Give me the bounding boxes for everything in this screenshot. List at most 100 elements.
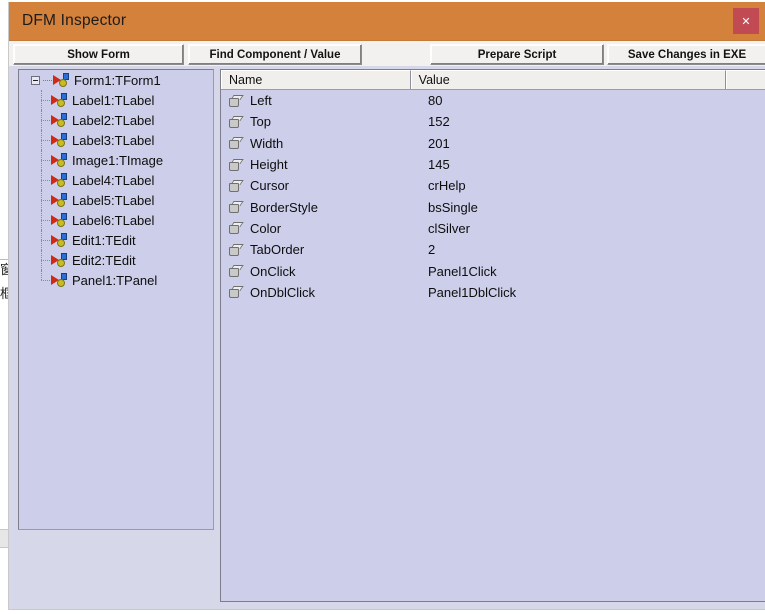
- tree-connector: [41, 110, 51, 130]
- property-name: Cursor: [250, 178, 290, 194]
- property-value[interactable]: clSilver: [428, 221, 470, 236]
- property-value[interactable]: crHelp: [428, 178, 466, 193]
- tree-item-label: Panel1:TPanel: [72, 272, 158, 288]
- property-name: OnClick: [250, 263, 296, 279]
- tree-item-label: Label3:TLabel: [72, 132, 155, 148]
- table-row[interactable]: OnDblClick Panel1DblClick: [221, 282, 765, 303]
- tree-item-label2[interactable]: Label2:TLabel: [19, 110, 213, 130]
- tree-item-label: Label5:TLabel: [72, 192, 155, 208]
- show-form-button[interactable]: Show Form: [13, 44, 184, 65]
- tree-item-label: Edit1:TEdit: [72, 232, 136, 248]
- save-changes-in-exe-button[interactable]: Save Changes in EXE: [607, 44, 765, 65]
- tree-item-label3[interactable]: Label3:TLabel: [19, 130, 213, 150]
- column-header-extra[interactable]: [726, 70, 765, 89]
- property-name: Top: [250, 114, 271, 130]
- property-name: TabOrder: [250, 242, 305, 258]
- tree-item-label: Edit2:TEdit: [72, 252, 136, 268]
- property-cube-icon: [229, 286, 244, 299]
- property-cube-icon: [229, 94, 244, 107]
- table-row[interactable]: Height 145: [221, 154, 765, 175]
- component-icon: [51, 92, 68, 108]
- property-value[interactable]: Panel1DblClick: [428, 285, 516, 300]
- window-title: DFM Inspector: [22, 12, 127, 29]
- property-cube-icon: [229, 201, 244, 214]
- property-name: Height: [250, 157, 288, 173]
- tree-item-label: Image1:TImage: [72, 152, 164, 168]
- property-value[interactable]: 201: [428, 136, 450, 151]
- table-row[interactable]: Width 201: [221, 133, 765, 154]
- tree-item-edit2[interactable]: Edit2:TEdit: [19, 250, 213, 270]
- find-component-value-button[interactable]: Find Component / Value: [188, 44, 362, 65]
- tree-connector: [41, 270, 51, 290]
- property-name: OnDblClick: [250, 284, 316, 300]
- collapse-icon[interactable]: [31, 75, 40, 85]
- tree-item-panel1[interactable]: Panel1:TPanel: [19, 270, 213, 290]
- property-value[interactable]: 2: [428, 242, 435, 257]
- property-cube-icon: [229, 265, 244, 278]
- property-value[interactable]: 80: [428, 93, 442, 108]
- component-icon: [53, 72, 70, 88]
- tree-item-image1[interactable]: Image1:TImage: [19, 150, 213, 170]
- dfm-inspector-window: DFM Inspector ✕ Show Form Find Component…: [8, 2, 765, 610]
- tree-connector: [41, 150, 51, 170]
- component-icon: [51, 172, 68, 188]
- column-header-value[interactable]: Value: [410, 70, 727, 89]
- property-grid-header: Name Value: [221, 70, 765, 90]
- table-row[interactable]: OnClick Panel1Click: [221, 260, 765, 281]
- property-cube-icon: [229, 137, 244, 150]
- table-row[interactable]: Color clSilver: [221, 218, 765, 239]
- tree-item-label4[interactable]: Label4:TLabel: [19, 170, 213, 190]
- component-icon: [51, 212, 68, 228]
- tree-item-edit1[interactable]: Edit1:TEdit: [19, 230, 213, 250]
- property-value[interactable]: Panel1Click: [428, 264, 497, 279]
- column-header-name[interactable]: Name: [221, 70, 411, 89]
- tree-connector: [41, 190, 51, 210]
- component-icon: [51, 132, 68, 148]
- tree-connector: [41, 90, 51, 110]
- table-row[interactable]: TabOrder 2: [221, 239, 765, 260]
- property-grid-rows: Left 80 Top 152 Width 201 Height 145 Cursor crHel…: [221, 90, 765, 303]
- component-icon: [51, 252, 68, 268]
- tree-item-label1[interactable]: Label1:TLabel: [19, 90, 213, 110]
- tree-item-form1[interactable]: Form1:TForm1: [19, 70, 213, 90]
- component-icon: [51, 192, 68, 208]
- tree-connector: [43, 79, 52, 81]
- property-grid-panel[interactable]: Name Value Left 80 Top 152 Width 201 Height 145…: [220, 69, 765, 602]
- component-tree-panel[interactable]: Form1:TForm1 Label1:TLabel Label2:TLabel L…: [18, 69, 214, 530]
- property-value[interactable]: 145: [428, 157, 450, 172]
- property-value[interactable]: 152: [428, 114, 450, 129]
- tree-connector: [41, 130, 51, 150]
- property-name: BorderStyle: [250, 199, 318, 215]
- component-icon: [51, 152, 68, 168]
- property-cube-icon: [229, 243, 244, 256]
- tree-item-label5[interactable]: Label5:TLabel: [19, 190, 213, 210]
- toolbar: Show Form Find Component / Value Prepare…: [9, 40, 765, 66]
- property-cube-icon: [229, 158, 244, 171]
- prepare-script-button[interactable]: Prepare Script: [430, 44, 604, 65]
- component-icon: [51, 112, 68, 128]
- table-row[interactable]: Cursor crHelp: [221, 175, 765, 196]
- component-icon: [51, 272, 68, 288]
- tree-connector: [41, 210, 51, 230]
- component-icon: [51, 232, 68, 248]
- property-cube-icon: [229, 115, 244, 128]
- close-icon[interactable]: ✕: [733, 8, 759, 34]
- property-name: Left: [250, 93, 272, 109]
- table-row[interactable]: Top 152: [221, 111, 765, 132]
- property-cube-icon: [229, 222, 244, 235]
- tree-connector: [41, 230, 51, 250]
- tree-item-label6[interactable]: Label6:TLabel: [19, 210, 213, 230]
- property-name: Width: [250, 135, 284, 151]
- property-value[interactable]: bsSingle: [428, 200, 478, 215]
- tree-item-label: Label4:TLabel: [72, 172, 155, 188]
- tree-item-label: Label6:TLabel: [72, 212, 155, 228]
- tree-item-label: Form1:TForm1: [74, 72, 161, 88]
- tree-connector: [41, 250, 51, 270]
- table-row[interactable]: BorderStyle bsSingle: [221, 196, 765, 217]
- tree-item-label: Label2:TLabel: [72, 112, 155, 128]
- property-cube-icon: [229, 179, 244, 192]
- property-name: Color: [250, 220, 282, 236]
- table-row[interactable]: Left 80: [221, 90, 765, 111]
- tree-connector: [41, 170, 51, 190]
- tree-item-label: Label1:TLabel: [72, 92, 155, 108]
